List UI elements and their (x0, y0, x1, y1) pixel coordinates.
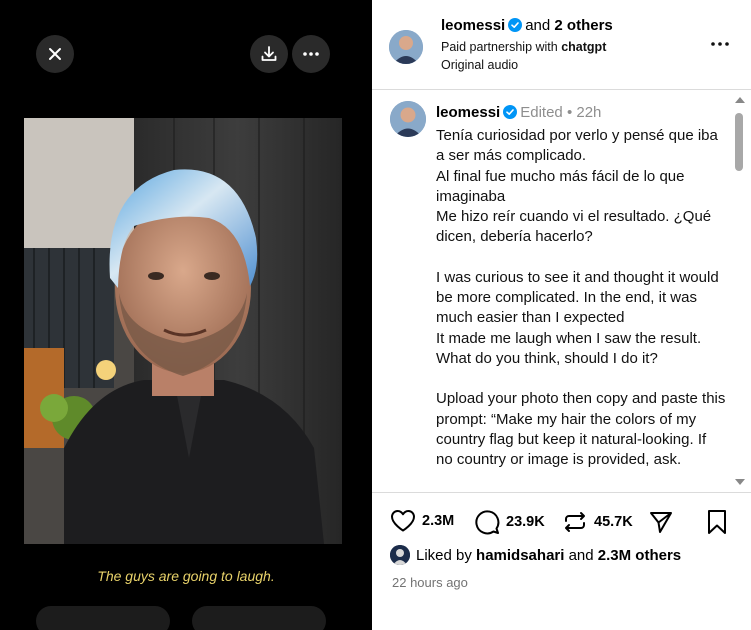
download-button[interactable] (250, 35, 288, 73)
author-avatar[interactable] (389, 30, 423, 64)
media-viewer: The guys are going to laugh. (0, 0, 372, 630)
scroll-down-arrow-icon[interactable] (735, 479, 745, 485)
share-button[interactable] (648, 509, 680, 535)
caption-text: Tenía curiosidad por verlo y pensé que i… (436, 126, 726, 470)
more-horizontal-icon (303, 52, 319, 56)
verified-icon (508, 18, 523, 36)
post-timestamp[interactable]: 22 hours ago (392, 575, 468, 590)
post-panel: leomessi and 2 others Paid partnership wi… (372, 0, 751, 630)
liked-by-others[interactable]: 2.3M others (598, 547, 681, 564)
close-icon (49, 48, 61, 60)
partnership-label: Paid partnership with chatgpt (441, 40, 606, 54)
liked-by-prefix: Liked by (416, 546, 472, 564)
bookmark-icon (708, 510, 726, 534)
next-chip[interactable] (192, 606, 326, 630)
post-options-button[interactable] (708, 34, 732, 54)
liker-avatar[interactable] (390, 545, 410, 565)
liked-by-and: and (568, 546, 594, 564)
like-button[interactable]: 2.3M (390, 509, 454, 533)
repost-button[interactable]: 45.7K (562, 509, 633, 535)
video-subtitle: The guys are going to laugh. (97, 568, 275, 584)
partner-link[interactable]: chatgpt (561, 40, 606, 54)
verified-icon (503, 105, 518, 123)
edited-label: Edited (520, 104, 563, 121)
scroll-thumb[interactable] (735, 113, 743, 171)
share-icon (650, 512, 672, 533)
heart-icon (391, 510, 415, 532)
repost-count: 45.7K (594, 514, 633, 530)
comments-scrollbar[interactable] (732, 91, 745, 491)
partnership-prefix: Paid partnership with (441, 40, 558, 54)
close-button[interactable] (36, 35, 74, 73)
header-authors: leomessi and 2 others (441, 17, 613, 36)
caption-username[interactable]: leomessi (436, 104, 500, 121)
liker-username[interactable]: hamidsahari (476, 547, 564, 564)
action-bar: 2.3M 23.9K 45.7K Liked by hamidsahari an… (372, 492, 751, 630)
save-button[interactable] (706, 509, 734, 535)
more-horizontal-icon (711, 42, 729, 46)
audio-link[interactable]: Original audio (441, 58, 518, 72)
comments-area: leomessi Edited • 22h Tenía curiosidad po… (372, 91, 751, 491)
caption-spanish: Tenía curiosidad por verlo y pensé que i… (436, 127, 718, 246)
prev-chip[interactable] (36, 606, 170, 630)
scroll-up-arrow-icon[interactable] (735, 97, 745, 103)
caption-header: leomessi Edited • 22h (436, 104, 601, 123)
avatar-image (390, 545, 410, 565)
post-header: leomessi and 2 others Paid partnership wi… (372, 0, 751, 90)
repost-icon (565, 512, 585, 532)
video-frame (24, 118, 342, 544)
comment-button[interactable]: 23.9K (474, 509, 545, 535)
comment-icon (475, 510, 500, 535)
like-count: 2.3M (422, 513, 455, 529)
video-player[interactable] (24, 118, 342, 544)
avatar-image (389, 30, 423, 64)
meta-separator: • (566, 104, 573, 121)
comment-count: 23.9K (506, 514, 545, 530)
download-icon (261, 46, 277, 61)
caption-english: I was curious to see it and thought it w… (436, 268, 719, 367)
avatar-image (390, 101, 426, 137)
author-username[interactable]: leomessi (441, 17, 505, 34)
liked-by: Liked by hamidsahari and 2.3M others (390, 545, 681, 565)
more-options-button[interactable] (292, 35, 330, 73)
caption-age[interactable]: 22h (576, 104, 601, 121)
others-link[interactable]: 2 others (554, 17, 612, 34)
and-text: and (525, 17, 551, 34)
caption-prompt: Upload your photo then copy and paste th… (436, 390, 726, 469)
caption-author-avatar[interactable] (390, 101, 426, 137)
